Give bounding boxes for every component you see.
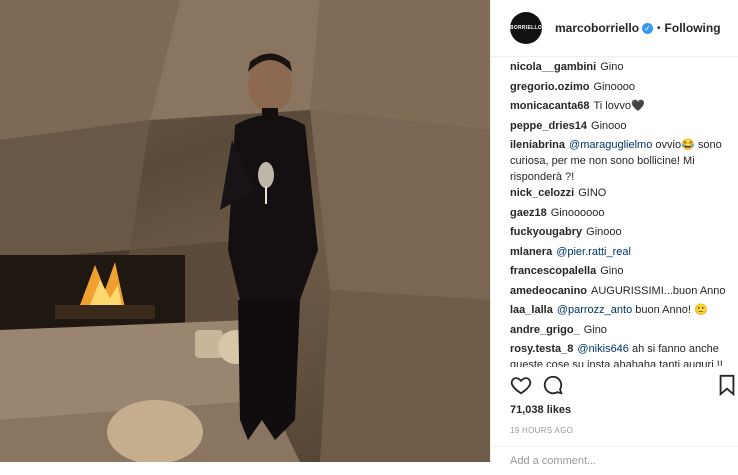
comment-username[interactable]: mlanera — [510, 246, 552, 258]
comment-mention[interactable]: @parrozz_anto — [557, 304, 632, 316]
comment-username[interactable]: andre_grigo_ — [510, 324, 580, 336]
comment-mention[interactable]: @maraguglielmo — [569, 139, 652, 151]
post-side-panel: BORRIELLO marcoborriello ✓ • Following n… — [490, 0, 738, 467]
comment-mention[interactable]: @pier.ratti_real — [556, 246, 631, 258]
photo-scene — [0, 0, 490, 462]
list-item: rosy.testa_8 @nikis646 ah si fanno anche … — [510, 341, 736, 367]
post-actions — [510, 374, 738, 400]
add-comment-field[interactable]: Add a comment... — [491, 446, 738, 475]
comment-text: buon Anno! 🙂 — [635, 304, 708, 316]
list-item: peppe_dries14 Ginooo — [510, 118, 736, 134]
comment-username[interactable]: rosy.testa_8 — [510, 343, 573, 355]
comment-username[interactable]: peppe_dries14 — [510, 120, 587, 132]
comment-text: Gino — [600, 61, 624, 73]
following-button[interactable]: Following — [665, 21, 721, 35]
comment-text: GINO — [578, 187, 607, 199]
comment-username[interactable]: fuckyougabry — [510, 226, 582, 238]
comment-username[interactable]: gregorio.ozimo — [510, 81, 589, 93]
comment-text: Ginooo — [591, 120, 627, 132]
list-item: gaez18 Ginoooooo — [510, 205, 736, 221]
verified-badge-icon: ✓ — [642, 22, 654, 34]
list-item: laa_lalla @parrozz_anto buon Anno! 🙂 — [510, 302, 736, 318]
comment-username[interactable]: nicola__gambini — [510, 61, 596, 73]
comment-text: Ti lovvo🖤 — [593, 100, 645, 112]
likes-count[interactable]: 71,038 likes — [510, 404, 571, 416]
list-item: francescopalella Gino — [510, 263, 736, 279]
heart-icon[interactable] — [510, 374, 532, 401]
comment-username[interactable]: monicacanta68 — [510, 100, 589, 112]
avatar[interactable]: BORRIELLO — [510, 12, 542, 44]
bookmark-icon[interactable] — [717, 374, 737, 401]
post-username[interactable]: marcoborriello — [555, 21, 639, 35]
comment-username[interactable]: nick_celozzi — [510, 187, 574, 199]
comment-username[interactable]: gaez18 — [510, 207, 547, 219]
post-timestamp: 19 HOURS AGO — [510, 426, 574, 435]
list-item: ileniabrina @maraguglielmo ovvio😂 sono cu… — [510, 137, 736, 185]
comment-username[interactable]: ileniabrina — [510, 139, 565, 151]
separator-dot: • — [657, 22, 661, 34]
comment-mention[interactable]: @nikis646 — [577, 343, 629, 355]
comment-text: AUGURISSIMI...buon Anno — [591, 285, 726, 297]
comment-text: Ginooo — [586, 226, 622, 238]
comment-list: nicola__gambini Gino gregorio.ozimo Ginooo… — [491, 57, 738, 367]
comment-text: Gino — [583, 324, 607, 336]
comment-icon[interactable] — [542, 374, 564, 401]
comment-text: Ginoooo — [593, 81, 636, 93]
list-item: monicacanta68 Ti lovvo🖤 — [510, 98, 736, 114]
comment-text: Gino — [600, 265, 624, 277]
comment-username[interactable]: francescopalella — [510, 265, 596, 277]
list-item: fuckyougabry Ginooo — [510, 224, 736, 240]
list-item: amedeocanino AUGURISSIMI...buon Anno — [510, 283, 736, 299]
list-item: gregorio.ozimo Ginoooo — [510, 79, 736, 95]
post-photo[interactable] — [0, 0, 490, 462]
list-item: nicola__gambini Gino — [510, 59, 736, 75]
list-item: nick_celozzi GINO — [510, 185, 736, 201]
post-header: BORRIELLO marcoborriello ✓ • Following — [491, 0, 738, 57]
list-item: mlanera @pier.ratti_real — [510, 244, 736, 260]
list-item: andre_grigo_ Gino — [510, 322, 736, 338]
comment-username[interactable]: laa_lalla — [510, 304, 553, 316]
comment-text: Ginoooooo — [550, 207, 605, 219]
comment-username[interactable]: amedeocanino — [510, 285, 587, 297]
